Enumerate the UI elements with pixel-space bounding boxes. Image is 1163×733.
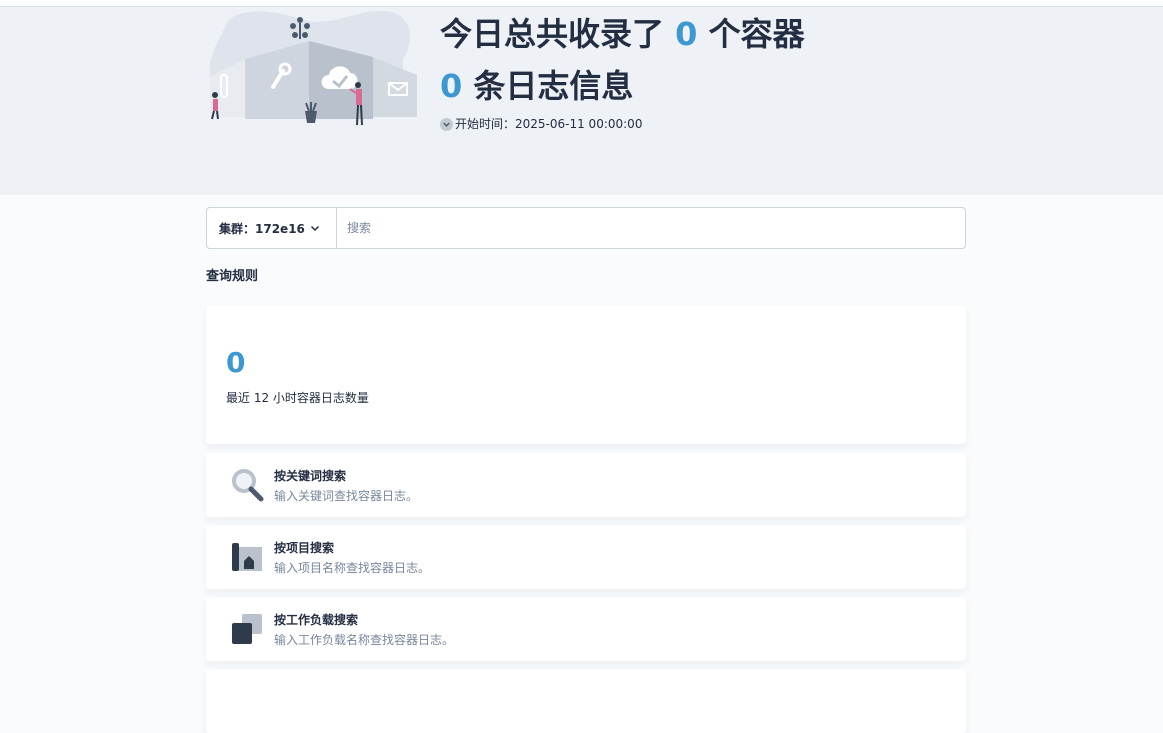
rule-desc: 输入项目名称查找容器日志。 — [274, 561, 431, 575]
hero-illustration — [209, 10, 417, 126]
search-input[interactable] — [337, 208, 965, 248]
magnifier-icon — [232, 469, 264, 502]
cluster-select[interactable]: 集群：172e16e5 — [207, 208, 337, 248]
rule-title: 按关键词搜索 — [274, 469, 347, 483]
project-icon — [232, 543, 262, 571]
rule-title: 按工作负载搜索 — [274, 613, 359, 627]
chevron-down-circle-icon — [440, 117, 453, 131]
start-time-text: 开始时间：2025-06-11 00:00:00 — [455, 117, 643, 131]
stat-label: 最近 12 小时容器日志数量 — [226, 391, 369, 405]
rule-desc: 输入工作负载名称查找容器日志。 — [274, 633, 455, 647]
container-count: 0 — [675, 15, 698, 53]
top-rule — [0, 0, 1163, 7]
log-search-bar: 集群：172e16e5 — [206, 207, 966, 249]
rule-title: 按项目搜索 — [274, 541, 335, 555]
rule-card-next[interactable] — [206, 669, 966, 733]
log-count-card: 0 最近 12 小时容器日志数量 — [206, 305, 966, 444]
hero-title: 今日总共收录了 0 个容器 — [440, 15, 805, 53]
chevron-down-icon — [310, 225, 320, 232]
rule-workload-search[interactable]: 按工作负载搜索 输入工作负载名称查找容器日志。 — [206, 597, 966, 661]
start-time[interactable]: 开始时间：2025-06-11 00:00:00 — [440, 116, 642, 132]
stat-value: 0 — [226, 346, 246, 379]
rule-desc: 输入关键词查找容器日志。 — [274, 489, 419, 503]
workload-icon — [232, 614, 262, 644]
rule-keyword-search[interactable]: 按关键词搜索 输入关键词查找容器日志。 — [206, 453, 966, 517]
cluster-label: 集群：172e16e5 — [219, 221, 305, 236]
log-count: 0 — [440, 67, 463, 105]
section-title: 查询规则 — [206, 269, 259, 284]
rule-project-search[interactable]: 按项目搜索 输入项目名称查找容器日志。 — [206, 525, 966, 589]
hero-log-count: 0 条日志信息 — [440, 67, 634, 105]
